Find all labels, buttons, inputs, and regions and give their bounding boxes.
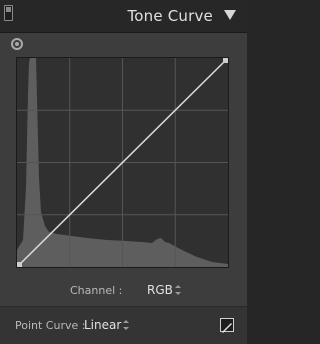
tone-curve-panel: Tone Curve Channel : RGB Point Curve: L… (0, 0, 247, 344)
panel-header[interactable]: Tone Curve (0, 0, 247, 33)
point-curve-stepper-icon[interactable] (123, 320, 129, 330)
targeted-adjustment-icon[interactable] (11, 38, 23, 50)
edit-point-curve-glyph (222, 323, 232, 333)
channel-stepper-icon[interactable] (175, 285, 181, 295)
edit-point-curve-icon[interactable] (220, 318, 234, 333)
panel-toggle-icon[interactable] (4, 5, 13, 21)
channel-label: Channel : (70, 284, 123, 297)
collapse-triangle-icon[interactable] (224, 10, 236, 20)
curve-graph[interactable] (16, 57, 229, 268)
channel-select[interactable]: RGB (147, 283, 173, 297)
point-curve-select[interactable]: Linear (84, 318, 121, 332)
curve-point-white[interactable] (223, 58, 228, 63)
panel-title: Tone Curve (127, 7, 213, 25)
curve-point-black[interactable] (17, 262, 22, 267)
curve-svg (17, 58, 228, 267)
point-curve-label: Point Curve : (15, 319, 86, 332)
